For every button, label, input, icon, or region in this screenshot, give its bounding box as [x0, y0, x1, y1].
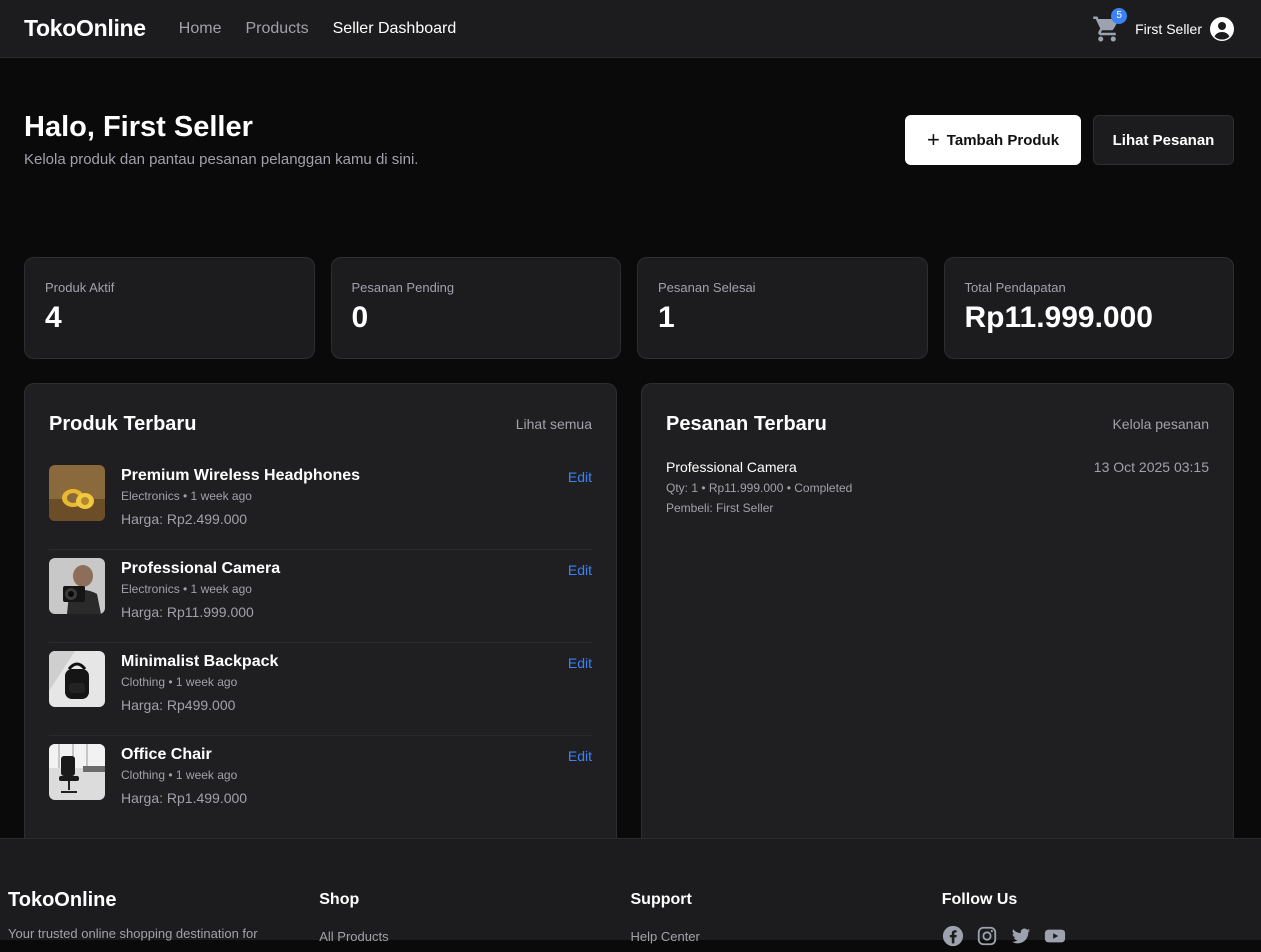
- order-product-name: Professional Camera: [666, 459, 797, 475]
- product-price: Harga: Rp11.999.000: [121, 604, 254, 620]
- stat-card-active-products: Produk Aktif 4: [24, 257, 315, 359]
- product-meta: Clothing • 1 week ago: [121, 675, 238, 689]
- dashboard-main: Halo, First Seller Kelola produk dan pan…: [0, 58, 1261, 848]
- youtube-icon[interactable]: [1044, 925, 1066, 947]
- twitter-icon[interactable]: [1010, 925, 1032, 947]
- facebook-icon[interactable]: [942, 925, 964, 947]
- product-name[interactable]: Premium Wireless Headphones: [121, 467, 568, 485]
- edit-product-button[interactable]: Edit: [568, 469, 592, 549]
- stat-value: 4: [45, 301, 62, 334]
- nav-link-seller-dashboard[interactable]: Seller Dashboard: [333, 20, 457, 38]
- recent-products-panel: Produk Terbaru Lihat semua Premium Wirel…: [24, 383, 617, 848]
- product-meta: Electronics • 1 week ago: [121, 489, 252, 503]
- site-footer: TokoOnline Your trusted online shopping …: [0, 838, 1261, 947]
- product-item: Minimalist Backpack Clothing • 1 week ag…: [49, 643, 592, 736]
- cart-button[interactable]: 5: [1092, 7, 1128, 44]
- stat-label: Total Pendapatan: [964, 280, 1066, 295]
- product-name[interactable]: Minimalist Backpack: [121, 653, 568, 671]
- stat-label: Pesanan Selesai: [658, 280, 756, 295]
- edit-product-button[interactable]: Edit: [568, 562, 592, 642]
- nav-link-home[interactable]: Home: [179, 20, 222, 38]
- order-item[interactable]: Professional Camera Qty: 1 • Rp11.999.00…: [666, 459, 1209, 515]
- user-avatar-icon[interactable]: [1210, 16, 1234, 41]
- product-thumbnail-camera[interactable]: [49, 558, 105, 614]
- product-thumbnail-headphones[interactable]: [49, 465, 105, 521]
- user-name[interactable]: First Seller: [1135, 21, 1202, 37]
- stat-value: Rp11.999.000: [964, 301, 1153, 334]
- footer-support-title: Support: [630, 891, 692, 908]
- stat-card-total-revenue: Total Pendapatan Rp11.999.000: [943, 257, 1234, 359]
- product-name[interactable]: Professional Camera: [121, 560, 568, 578]
- order-buyer: Pembeli: First Seller: [666, 501, 774, 515]
- footer-follow-column: Follow Us: [941, 839, 1253, 947]
- product-price: Harga: Rp499.000: [121, 697, 236, 713]
- product-price: Harga: Rp2.499.000: [121, 511, 248, 527]
- cart-count-badge: 5: [1111, 7, 1128, 24]
- product-price: Harga: Rp1.499.000: [121, 790, 248, 806]
- stat-value: 0: [351, 301, 369, 334]
- add-product-label: Tambah Produk: [946, 131, 1060, 149]
- product-item: Professional Camera Electronics • 1 week…: [49, 550, 592, 643]
- nav-right: 5 First Seller: [1092, 7, 1234, 44]
- page-subtitle: Kelola produk dan pantau pesanan pelangg…: [24, 151, 419, 168]
- stat-label: Pesanan Pending: [351, 280, 455, 295]
- footer-shop-title: Shop: [319, 891, 360, 908]
- product-meta: Electronics • 1 week ago: [121, 582, 252, 596]
- edit-product-button[interactable]: Edit: [568, 655, 592, 735]
- instagram-icon[interactable]: [976, 925, 998, 947]
- panel-title: Produk Terbaru: [49, 412, 197, 435]
- footer-brand: TokoOnline: [8, 889, 117, 911]
- product-item: Office Chair Clothing • 1 week ago Harga…: [49, 736, 592, 829]
- stats-row: Produk Aktif 4 Pesanan Pending 0 Pesanan…: [24, 257, 1234, 359]
- recent-orders-panel: Pesanan Terbaru Kelola pesanan Professio…: [641, 383, 1234, 848]
- view-orders-button[interactable]: Lihat Pesanan: [1093, 115, 1234, 165]
- edit-product-button[interactable]: Edit: [568, 748, 592, 829]
- product-list: Premium Wireless Headphones Electronics …: [49, 457, 592, 829]
- manage-orders-link[interactable]: Kelola pesanan: [1112, 416, 1209, 432]
- footer-brand-column: TokoOnline Your trusted online shopping …: [8, 839, 319, 941]
- footer-follow-title: Follow Us: [941, 891, 1018, 908]
- panels-row: Produk Terbaru Lihat semua Premium Wirel…: [24, 383, 1234, 848]
- footer-support-column: Support Help Center: [630, 839, 942, 944]
- add-product-button[interactable]: + Tambah Produk: [905, 115, 1081, 165]
- stat-label: Produk Aktif: [45, 280, 115, 295]
- product-item: Premium Wireless Headphones Electronics …: [49, 457, 592, 550]
- plus-icon: +: [926, 127, 940, 152]
- stat-value: 1: [658, 301, 675, 334]
- stat-card-pending-orders: Pesanan Pending 0: [330, 257, 621, 359]
- page-title: Halo, First Seller: [24, 111, 253, 143]
- nav-links: Home Products Seller Dashboard: [179, 20, 456, 38]
- social-links: [942, 925, 1253, 947]
- top-navbar: TokoOnline Home Products Seller Dashboar…: [0, 0, 1261, 58]
- dashboard-hero: Halo, First Seller Kelola produk dan pan…: [24, 58, 1234, 257]
- order-date: 13 Oct 2025 03:15: [1093, 459, 1209, 475]
- nav-link-products[interactable]: Products: [245, 20, 308, 38]
- footer-description: Your trusted online shopping destination…: [8, 926, 258, 941]
- footer-shop-column: Shop All Products: [319, 839, 630, 944]
- order-list: Professional Camera Qty: 1 • Rp11.999.00…: [666, 459, 1209, 515]
- brand-logo[interactable]: TokoOnline: [24, 15, 146, 42]
- order-meta: Qty: 1 • Rp11.999.000 • Completed: [666, 481, 853, 495]
- footer-link-all-products[interactable]: All Products: [319, 929, 630, 944]
- panel-title: Pesanan Terbaru: [666, 412, 827, 435]
- product-name[interactable]: Office Chair: [121, 746, 568, 764]
- product-meta: Clothing • 1 week ago: [121, 768, 238, 782]
- view-all-products-link[interactable]: Lihat semua: [516, 416, 592, 432]
- stat-card-completed-orders: Pesanan Selesai 1: [637, 257, 928, 359]
- footer-link-help-center[interactable]: Help Center: [631, 929, 942, 944]
- product-thumbnail-backpack[interactable]: [49, 651, 105, 707]
- product-thumbnail-chair[interactable]: [49, 744, 105, 800]
